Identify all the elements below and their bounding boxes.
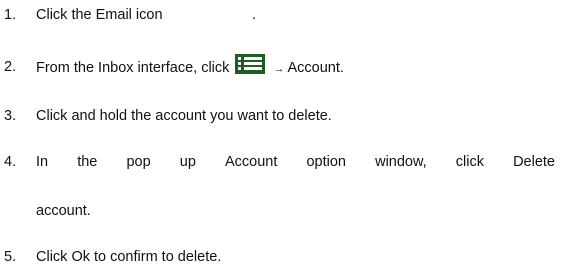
- step-number: 2.: [4, 59, 17, 75]
- step-text: From the Inbox interface, click: [36, 59, 230, 76]
- step-number: 4.: [4, 154, 17, 170]
- word: In: [36, 154, 49, 170]
- step-suffix: .: [252, 7, 257, 23]
- menu-icon: [235, 54, 266, 74]
- word: Delete: [513, 154, 555, 170]
- step-text: account.: [36, 203, 91, 219]
- step-number: 3.: [4, 108, 17, 124]
- word: up: [179, 154, 196, 170]
- word: window,: [375, 154, 427, 170]
- step-text: Click the Email icon: [36, 7, 163, 23]
- step-text-after: Account.: [287, 59, 344, 76]
- step-text: Click Ok to confirm to delete.: [36, 249, 222, 265]
- word: Account: [224, 154, 278, 170]
- word: option: [306, 154, 346, 170]
- step-text: Click and hold the account you want to d…: [36, 108, 332, 124]
- step-text: In the pop up Account option window, cli…: [36, 153, 555, 171]
- arrow-icon: →: [273, 62, 285, 75]
- step-number: 1.: [4, 7, 17, 23]
- word: the: [77, 154, 98, 170]
- word: pop: [126, 154, 151, 170]
- step-text-container: From the Inbox interface, click → Account…: [36, 54, 344, 78]
- step-number: 5.: [4, 249, 17, 265]
- word: click: [455, 154, 484, 170]
